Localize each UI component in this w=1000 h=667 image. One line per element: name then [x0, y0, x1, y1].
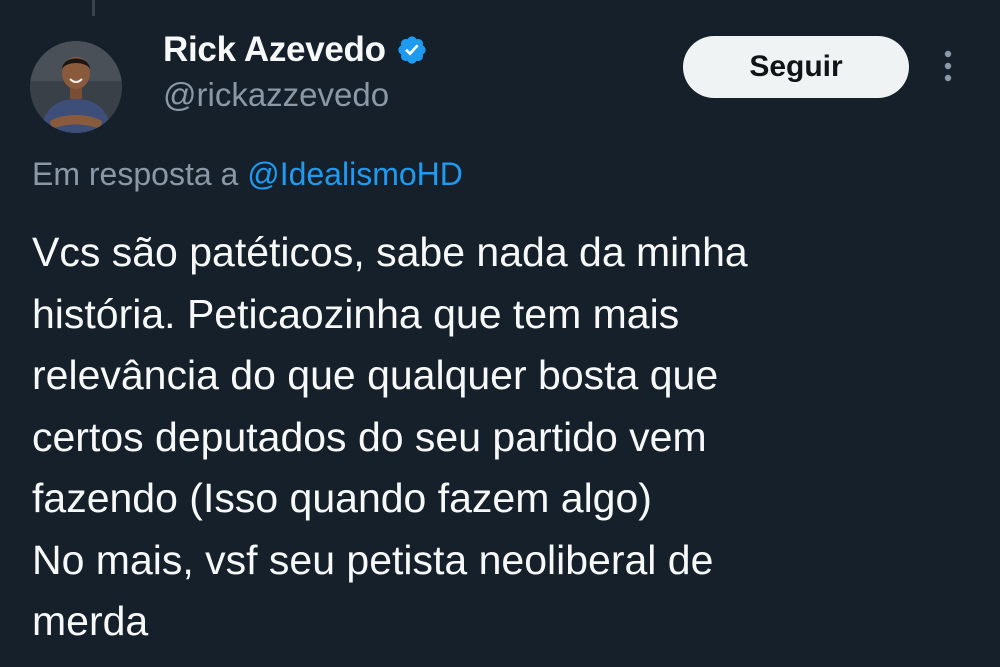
avatar[interactable] [30, 41, 122, 133]
thread-connector-line [92, 0, 95, 16]
author-display-name[interactable]: Rick Azevedo [163, 30, 386, 70]
author-handle[interactable]: @rickazzevedo [163, 76, 389, 114]
reply-context: Em resposta a @IdealismoHD [32, 156, 463, 193]
reply-prefix: Em resposta a [32, 156, 239, 192]
avatar-image [30, 41, 122, 133]
author-name-row: Rick Azevedo [163, 30, 428, 70]
follow-button[interactable]: Seguir [683, 36, 909, 98]
reply-to-mention-link[interactable]: @IdealismoHD [247, 156, 463, 192]
more-options-icon[interactable] [938, 46, 958, 86]
verified-badge-icon[interactable] [396, 34, 428, 66]
tweet-body-text: Vcs são patéticos, sabe nada da minha hi… [32, 229, 748, 644]
